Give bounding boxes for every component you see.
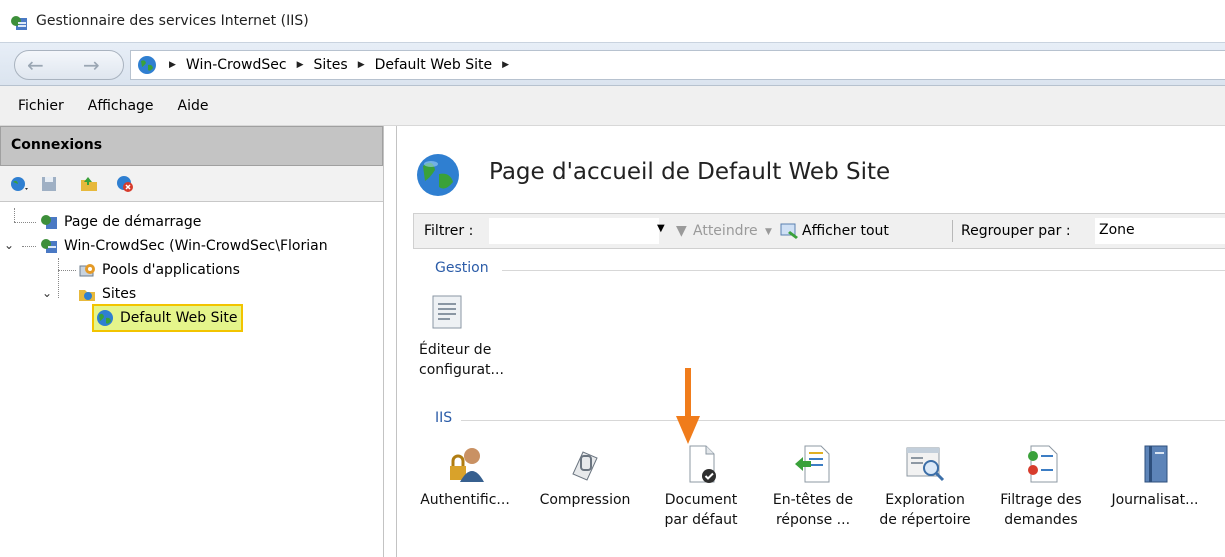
breadcrumb-separator-icon[interactable]: ▶	[358, 60, 365, 70]
chevron-down-icon[interactable]: ⌄	[4, 238, 14, 252]
filter-bar: Filtrer : ▼ ▼ Atteindre ▼ Afficher tout …	[413, 213, 1225, 249]
breadcrumb-sites[interactable]: Sites	[314, 57, 348, 73]
compression-icon	[572, 451, 598, 481]
globe-icon	[138, 56, 156, 74]
menu-file[interactable]: Fichier	[18, 98, 64, 114]
section-divider	[502, 270, 1225, 271]
directory-browsing-icon	[906, 447, 945, 482]
feature-label: Journalisat...	[1111, 492, 1199, 508]
disconnect-icon[interactable]	[116, 175, 134, 193]
breadcrumb-separator-icon[interactable]: ▶	[502, 60, 509, 70]
website-globe-icon	[417, 154, 459, 196]
tree-connector	[22, 246, 36, 247]
tree-item-sites[interactable]: Sites	[78, 282, 136, 306]
server-icon	[41, 239, 57, 253]
menu-view[interactable]: Affichage	[88, 98, 154, 114]
save-icon[interactable]	[40, 175, 58, 193]
feature-response-headers[interactable]: En-têtes de réponse ...	[753, 444, 873, 530]
authentication-icon	[450, 448, 484, 482]
breadcrumb-server[interactable]: Win-CrowdSec	[186, 57, 287, 73]
default-document-icon	[689, 445, 716, 483]
breadcrumb-separator-icon[interactable]: ▶	[169, 60, 176, 70]
window-title: Gestionnaire des services Internet (IIS)	[36, 13, 309, 29]
tree-connector	[58, 258, 59, 298]
tree-item-label: Pools d'applications	[102, 262, 240, 278]
chevron-down-icon[interactable]: ⌄	[42, 286, 52, 300]
filter-input[interactable]	[489, 218, 659, 244]
feature-logging[interactable]: Journalisat...	[1095, 444, 1215, 510]
tree-connector	[58, 270, 76, 271]
connections-toolbar	[0, 166, 383, 202]
address-bar: ← → ▶ Win-CrowdSec ▶ Sites ▶ Default Web…	[0, 42, 1225, 86]
sites-folder-icon	[79, 290, 95, 301]
window-titlebar: Gestionnaire des services Internet (IIS)	[0, 0, 1225, 42]
toolbar-divider	[952, 220, 953, 242]
feature-label: Éditeur de configurat...	[419, 342, 504, 378]
tree-connector	[14, 208, 15, 222]
feature-authentication[interactable]: Authentific...	[405, 444, 525, 510]
group-by-label: Regrouper par :	[961, 223, 1071, 239]
dropdown-arrow-icon[interactable]: ▼	[765, 227, 772, 237]
response-headers-icon	[795, 445, 830, 483]
tree-item-server[interactable]: Win-CrowdSec (Win-CrowdSec\Florian	[40, 234, 328, 258]
tree-item-label: Sites	[102, 286, 137, 302]
funnel-icon: ▼	[676, 223, 687, 239]
tree-item-default-web-site[interactable]: Default Web Site	[92, 304, 244, 332]
iis-manager-icon	[11, 16, 27, 30]
application-pools-icon	[79, 264, 95, 277]
section-iis-label: IIS	[435, 410, 453, 426]
feature-label: Document par défaut	[664, 492, 738, 528]
navigation-buttons: ← →	[14, 50, 124, 80]
feature-compression[interactable]: Compression	[525, 444, 645, 510]
logging-icon	[1144, 445, 1168, 483]
menu-help[interactable]: Aide	[178, 98, 209, 114]
feature-label: En-têtes de réponse ...	[772, 492, 854, 528]
tree-item-app-pools[interactable]: Pools d'applications	[78, 258, 240, 282]
dropdown-arrow-icon[interactable]: ▼	[657, 223, 665, 234]
show-all-icon	[780, 223, 798, 239]
tree-item-start-page[interactable]: Page de démarrage	[40, 210, 201, 234]
configuration-editor-icon	[432, 295, 462, 329]
request-filtering-icon	[1028, 445, 1058, 483]
feature-default-document[interactable]: Document par défaut	[641, 444, 761, 530]
breadcrumb: ▶ Win-CrowdSec ▶ Sites ▶ Default Web Sit…	[130, 50, 1225, 80]
tree-item-label: Page de démarrage	[64, 214, 202, 230]
back-arrow-icon[interactable]: ←	[27, 53, 44, 77]
connect-icon[interactable]	[10, 175, 28, 193]
group-by-select[interactable]: Zone	[1095, 218, 1225, 244]
section-divider	[461, 420, 1225, 421]
feature-request-filtering[interactable]: Filtrage des demandes	[981, 444, 1101, 530]
feature-configuration-editor[interactable]: Éditeur de configurat...	[397, 294, 517, 380]
annotation-arrow-icon	[676, 368, 700, 444]
filter-label: Filtrer :	[424, 223, 474, 239]
feature-directory-browsing[interactable]: Exploration de répertoire	[865, 444, 985, 530]
start-page-icon	[41, 215, 57, 229]
features-pane: Page d'accueil de Default Web Site Filtr…	[396, 126, 1225, 557]
breadcrumb-default-web-site[interactable]: Default Web Site	[375, 57, 492, 73]
tree-item-label: Win-CrowdSec (Win-CrowdSec\Florian	[64, 238, 328, 254]
menu-bar: Fichier Affichage Aide	[0, 86, 1225, 126]
connections-pane: Connexions Page de démarrage ⌄ Win-Crowd…	[0, 126, 384, 557]
forward-arrow-icon[interactable]: →	[83, 53, 100, 77]
go-button[interactable]: Atteindre	[693, 223, 758, 239]
tree-connector	[14, 222, 36, 223]
feature-label: Exploration de répertoire	[879, 492, 971, 528]
tree-item-label: Default Web Site	[120, 310, 238, 326]
page-title: Page d'accueil de Default Web Site	[489, 159, 891, 185]
feature-label: Filtrage des demandes	[1000, 492, 1082, 528]
folder-icon[interactable]	[80, 175, 98, 193]
connections-header: Connexions	[0, 126, 383, 166]
website-globe-icon	[97, 310, 113, 326]
feature-label: Authentific...	[420, 492, 510, 508]
breadcrumb-separator-icon[interactable]: ▶	[297, 60, 304, 70]
feature-label: Compression	[539, 492, 631, 508]
section-management-label: Gestion	[435, 260, 489, 276]
show-all-button[interactable]: Afficher tout	[802, 223, 889, 239]
